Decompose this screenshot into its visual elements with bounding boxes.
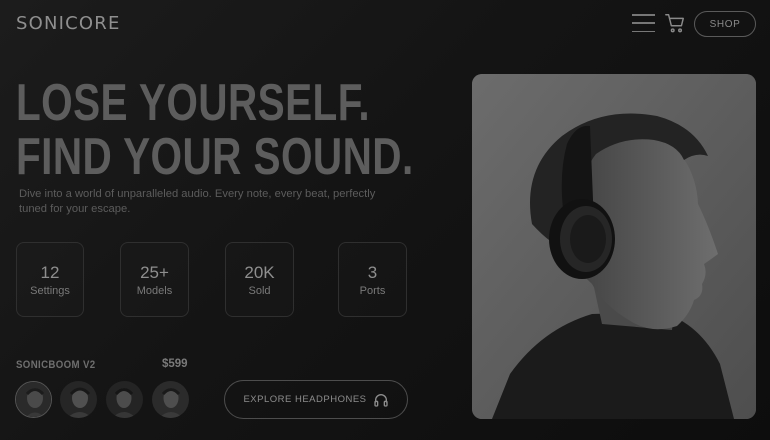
stat-value: 20K <box>244 262 275 282</box>
cart-icon[interactable] <box>664 12 686 34</box>
stat-card-settings: 12 Settings <box>16 242 84 317</box>
product-thumbnail-3[interactable] <box>106 381 143 418</box>
stat-label: Models <box>136 284 173 297</box>
stat-label: Sold <box>248 284 271 297</box>
stat-value: 25+ <box>140 262 169 282</box>
stat-card-sold: 20K Sold <box>225 242 294 317</box>
menu-icon[interactable] <box>632 14 655 32</box>
headphones-icon <box>373 393 388 407</box>
stat-label: Ports <box>359 284 386 297</box>
stat-card-ports: 3 Ports <box>338 242 407 317</box>
product-thumbnail-2[interactable] <box>60 381 97 418</box>
explore-headphones-button[interactable]: EXPLORE HEADPHONES <box>224 380 408 419</box>
product-price: $599 <box>162 358 188 370</box>
stat-value: 12 <box>40 262 60 282</box>
hero-product-photo <box>472 74 756 419</box>
stat-card-models: 25+ Models <box>120 242 189 317</box>
headline-line-1: LOSE YOURSELF. <box>16 74 371 132</box>
product-thumbnail-1[interactable] <box>15 381 52 418</box>
shop-button[interactable]: SHOP <box>694 11 756 37</box>
hero-subtitle: Dive into a world of unparalleled audio.… <box>19 188 376 215</box>
explore-button-label: EXPLORE HEADPHONES <box>243 394 367 405</box>
headline-line-2: FIND YOUR SOUND. <box>16 128 414 186</box>
product-thumbnail-4[interactable] <box>152 381 189 418</box>
stat-label: Settings <box>30 284 70 297</box>
product-name: SONICBOOM V2 <box>16 359 96 371</box>
stat-value: 3 <box>367 262 378 282</box>
hero-headline: LOSE YOURSELF. FIND YOUR SOUND. <box>16 76 414 184</box>
brand-logo[interactable]: SONICORE <box>16 13 121 34</box>
